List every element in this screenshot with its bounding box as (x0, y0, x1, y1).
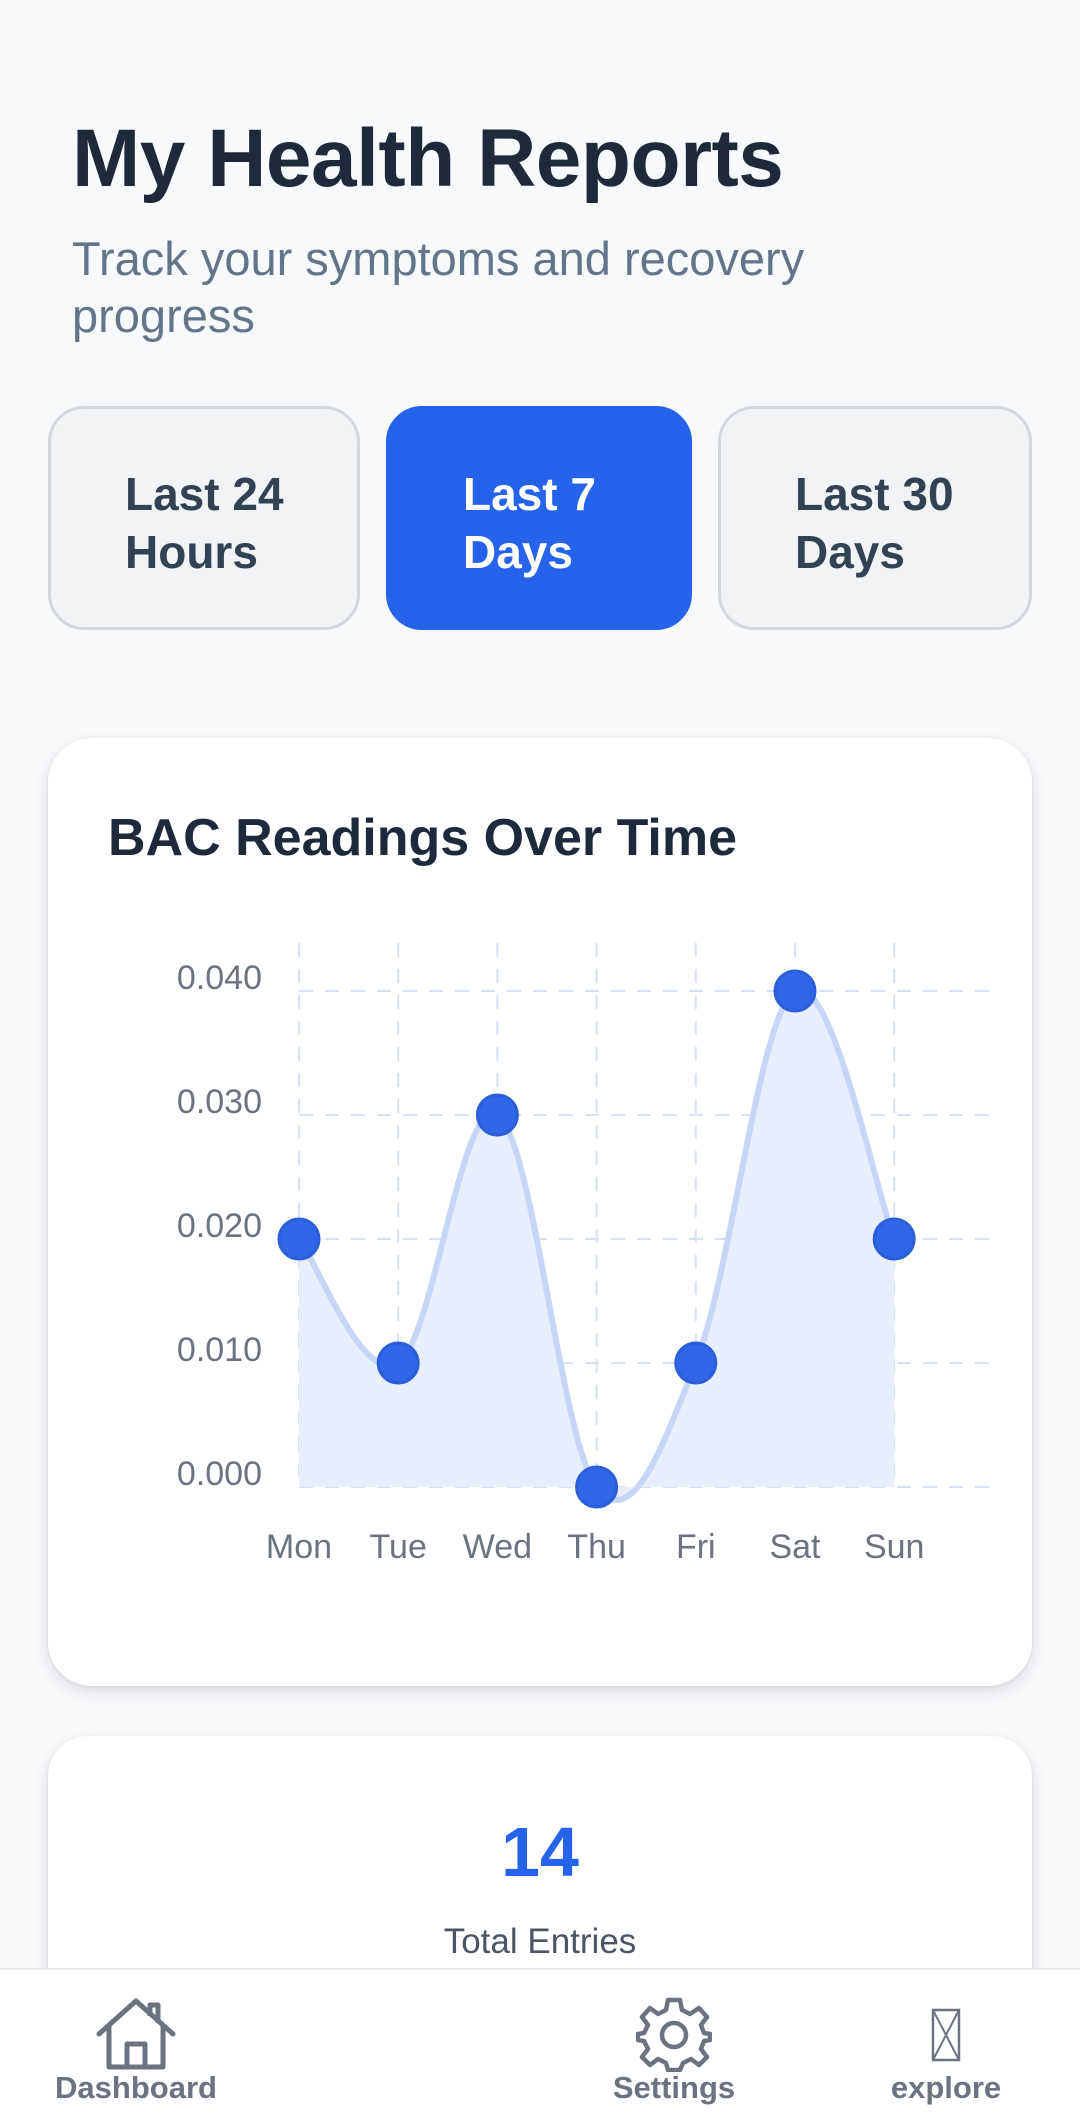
data-point-wed (475, 1093, 519, 1137)
missing-glyph-icon (931, 2008, 961, 2062)
tab-label: Last 30 Days (795, 468, 954, 578)
total-entries-label: Total Entries (443, 1922, 637, 1961)
x-tick-label: Sun (864, 1528, 925, 1566)
health-reports-screen: My Health Reports Track your symptoms an… (0, 0, 1080, 2116)
tab-last-24-hours[interactable]: Last 24 Hours (48, 406, 360, 630)
nav-label: explore (890, 2070, 1002, 2105)
time-range-selector: Last 24 Hours Last 7 Days Last 30 Days (48, 406, 1032, 630)
gear-icon (636, 1997, 712, 2072)
tab-label: Last 24 Hours (125, 468, 284, 578)
x-tick-label: Fri (676, 1528, 716, 1566)
nav-dashboard[interactable]: Dashboard (36, 1970, 236, 2116)
tab-label: Last 7 Days (463, 468, 596, 578)
nav-label: Settings (612, 2070, 736, 2105)
page-subtitle: Track your symptoms and recovery progres… (72, 232, 805, 342)
data-point-thu (575, 1465, 619, 1509)
x-tick-label: Sat (769, 1528, 821, 1566)
x-tick-label: Wed (463, 1528, 532, 1566)
y-tick-label: 0.040 (177, 959, 262, 997)
nav-label: Dashboard (55, 2070, 217, 2105)
data-point-sun (872, 1217, 916, 1261)
chart-card: BAC Readings Over Time 0.000 0.010 0.020 0.… (48, 738, 1032, 1686)
y-tick-label: 0.010 (177, 1331, 262, 1369)
x-tick-label: Tue (370, 1528, 427, 1566)
data-point-fri (674, 1341, 718, 1385)
y-tick-label: 0.000 (177, 1455, 262, 1493)
data-point-mon (277, 1217, 321, 1261)
y-tick-label: 0.030 (177, 1083, 262, 1121)
data-point-tue (376, 1341, 420, 1385)
data-point-sat (773, 969, 817, 1013)
x-tick-label: Thu (567, 1528, 626, 1566)
bottom-navigation: Dashboard Settings explore (0, 1968, 1080, 2116)
tab-last-30-days[interactable]: Last 30 Days (718, 406, 1032, 630)
y-tick-label: 0.020 (177, 1207, 262, 1245)
tab-last-7-days[interactable]: Last 7 Days (386, 406, 692, 630)
total-entries-value: 14 (501, 1813, 579, 1891)
page-title: My Health Reports (72, 113, 784, 204)
bac-line-chart: 0.000 0.010 0.020 0.030 0.040 Mon Tue Wed Thu Fri… (177, 943, 992, 1566)
x-tick-label: Mon (266, 1528, 332, 1566)
nav-settings[interactable]: Settings (574, 1970, 774, 2116)
home-icon (96, 1998, 176, 2070)
nav-explore[interactable]: explore (846, 1970, 1046, 2116)
